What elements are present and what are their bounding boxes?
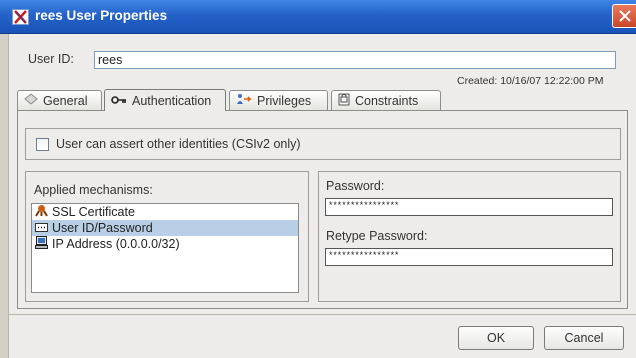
tab-label: General (43, 93, 88, 108)
mechanism-label: IP Address (0.0.0.0/32) (52, 237, 180, 251)
retype-password-field[interactable]: **************** (325, 248, 613, 266)
key-icon (111, 94, 127, 108)
assert-identities-checkbox[interactable] (36, 138, 49, 151)
assert-identities-group: User can assert other identities (CSIv2 … (25, 128, 621, 160)
tab-label: Authentication (132, 93, 212, 108)
constraints-icon (338, 93, 350, 109)
password-label: Password: (326, 179, 385, 193)
ok-button[interactable]: OK (458, 326, 534, 350)
title-bar[interactable]: rees User Properties (0, 0, 636, 34)
button-bar (8, 314, 636, 358)
mechanism-label: SSL Certificate (52, 205, 135, 219)
password-group: Password: **************** Retype Passwo… (318, 171, 621, 302)
app-icon (12, 9, 29, 25)
general-icon (24, 93, 38, 108)
tab-label: Privileges (257, 93, 312, 108)
tab-authentication[interactable]: Authentication (104, 89, 226, 111)
tab-privileges[interactable]: Privileges (229, 90, 328, 110)
mechanisms-group: Applied mechanisms: SSL Certificate User… (25, 171, 309, 302)
password-field[interactable]: **************** (325, 198, 613, 216)
tab-general[interactable]: General (17, 90, 102, 110)
list-item[interactable]: IP Address (0.0.0.0/32) (32, 236, 298, 252)
password-icon (35, 221, 49, 235)
list-item[interactable]: User ID/Password (32, 220, 298, 236)
retype-password-label: Retype Password: (326, 229, 428, 243)
window-title: rees User Properties (35, 8, 168, 23)
user-id-label: User ID: (28, 52, 74, 66)
list-item[interactable]: SSL Certificate (32, 204, 298, 220)
user-id-field[interactable]: rees (94, 51, 616, 69)
tab-constraints[interactable]: Constraints (331, 90, 441, 110)
mechanisms-list[interactable]: SSL Certificate User ID/Password IP Addr… (31, 203, 299, 293)
created-timestamp: Created: 10/16/07 12:22:00 PM (457, 75, 604, 87)
tab-label: Constraints (355, 93, 419, 108)
certificate-icon (35, 204, 49, 220)
assert-identities-label[interactable]: User can assert other identities (CSIv2 … (56, 137, 301, 151)
mechanisms-title: Applied mechanisms: (34, 183, 153, 197)
privileges-icon (236, 93, 252, 108)
computer-icon (35, 236, 49, 252)
mechanism-label: User ID/Password (52, 221, 153, 235)
close-icon[interactable] (612, 4, 636, 28)
cancel-button[interactable]: Cancel (544, 326, 624, 350)
